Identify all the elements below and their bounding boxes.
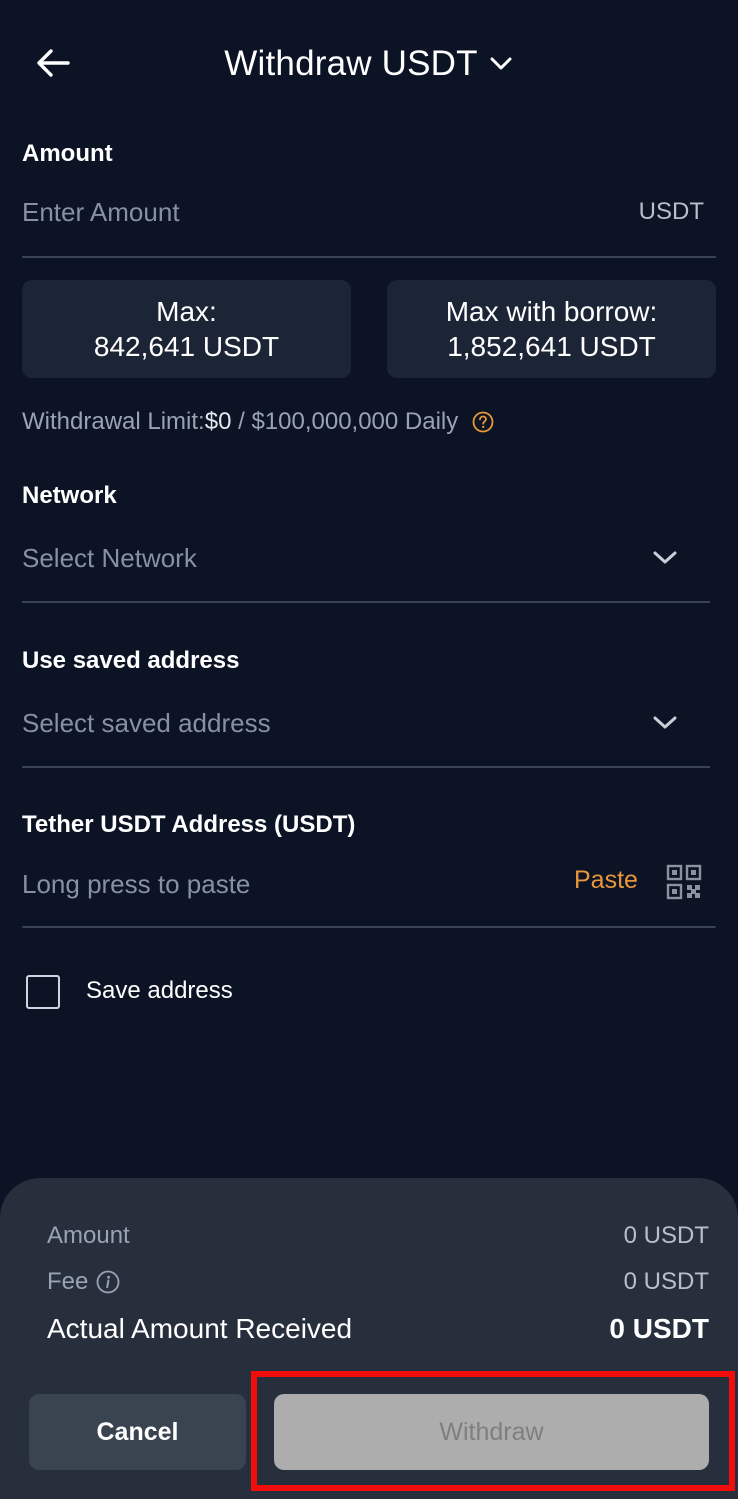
tether-address-input[interactable] xyxy=(22,864,542,904)
withdrawal-limit-used: $0 xyxy=(204,408,232,435)
saved-address-select[interactable]: Select saved address xyxy=(22,695,710,751)
saved-address-label: Use saved address xyxy=(22,647,240,674)
tether-address-label: Tether USDT Address (USDT) xyxy=(22,811,356,838)
network-divider xyxy=(22,601,710,603)
cancel-button[interactable]: Cancel xyxy=(29,1394,246,1470)
summary-actual-value: 0 USDT xyxy=(609,1313,709,1344)
summary-amount-row: Amount 0 USDT xyxy=(47,1222,709,1250)
network-label: Network xyxy=(22,482,117,509)
qr-code-icon[interactable] xyxy=(666,864,702,900)
summary-actual-row: Actual Amount Received 0 USDT xyxy=(47,1313,709,1345)
network-placeholder: Select Network xyxy=(22,542,197,573)
summary-fee-label: Fee xyxy=(47,1268,89,1295)
page-title: Withdraw USDT xyxy=(224,44,478,83)
summary-amount-label: Amount xyxy=(47,1222,130,1249)
max-with-borrow-button[interactable]: Max with borrow: 1,852,641 USDT xyxy=(387,280,716,378)
summary-amount-value: 0 USDT xyxy=(623,1222,709,1249)
max-button-value: 842,641 USDT xyxy=(93,331,280,362)
withdrawal-limit: Withdrawal Limit: $0 / $100,000,000 Dail… xyxy=(22,408,494,436)
summary-fee-value: 0 USDT xyxy=(623,1268,709,1295)
summary-fee-label-wrap: Fee xyxy=(47,1268,120,1296)
asset-dropdown-toggle[interactable] xyxy=(488,51,514,77)
network-select[interactable]: Select Network xyxy=(22,530,710,586)
amount-divider xyxy=(22,256,716,258)
save-address-checkbox[interactable] xyxy=(26,975,60,1009)
withdrawal-limit-separator: / xyxy=(231,408,252,435)
max-with-borrow-label: Max with borrow: xyxy=(445,296,658,327)
withdraw-button[interactable]: Withdraw xyxy=(274,1394,709,1470)
paste-button[interactable]: Paste xyxy=(574,866,638,895)
summary-actual-label: Actual Amount Received xyxy=(47,1313,353,1344)
withdrawal-limit-label: Withdrawal Limit: xyxy=(22,408,205,435)
chevron-down-icon xyxy=(490,57,512,70)
info-icon[interactable] xyxy=(96,1270,120,1294)
max-button-label: Max: xyxy=(156,296,217,327)
saved-address-placeholder: Select saved address xyxy=(22,707,271,738)
chevron-down-icon xyxy=(650,543,680,573)
summary-fee-row: Fee 0 USDT xyxy=(47,1268,709,1296)
amount-unit: USDT xyxy=(638,198,704,225)
tether-address-divider xyxy=(22,926,716,928)
header: Withdraw USDT xyxy=(0,40,738,88)
max-with-borrow-value: 1,852,641 USDT xyxy=(447,331,656,362)
amount-label: Amount xyxy=(22,140,113,167)
save-address-label: Save address xyxy=(86,977,233,1004)
saved-address-divider xyxy=(22,766,710,768)
withdrawal-limit-total: $100,000,000 Daily xyxy=(251,408,459,435)
max-button[interactable]: Max: 842,641 USDT xyxy=(22,280,351,378)
question-circle-icon[interactable] xyxy=(472,411,494,433)
amount-input[interactable] xyxy=(22,192,582,232)
chevron-down-icon xyxy=(650,708,680,738)
